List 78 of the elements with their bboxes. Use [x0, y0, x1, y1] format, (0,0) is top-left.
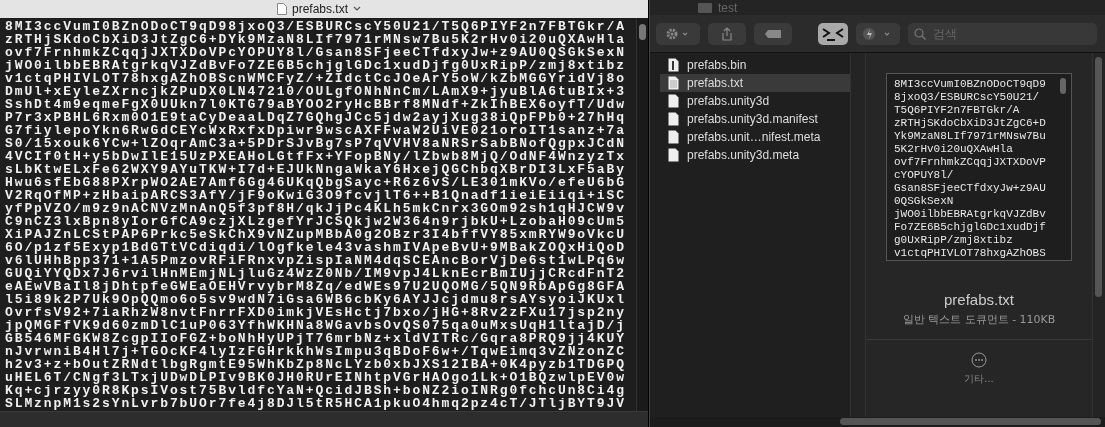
file-name: prefabs.txt [943, 291, 1014, 308]
document-icon [277, 3, 287, 15]
file-icon [668, 94, 679, 108]
terminal-button[interactable] [818, 22, 848, 45]
text-line: Gsan8SFjeeCTfdxyJw+z9AU [894, 182, 1046, 195]
file-item[interactable]: prefabs.unity3d [660, 92, 850, 110]
file-icon [668, 148, 679, 162]
scroll-bar[interactable] [1060, 78, 1066, 94]
text-line: v6lUHhBpp371+1A5PmzovRFiFRnxvpZispIaNM4dqSCEAncBorVjDe6st1wLPq6w [5, 254, 626, 267]
file-item[interactable]: prefabs.txt [660, 74, 850, 92]
text-line: yfPpVZO/m9z9nACNVzMnAnQ5f3pf8H/qkJjPc4KLh5mkCnrx3GOm92sh1qHJCW9v [5, 202, 626, 215]
more-button[interactable]: 기타... [964, 352, 994, 386]
text-line: Yk9MzaN8LIf7971rMNsw7Bu [894, 130, 1046, 143]
text-line: l5i89k2P7Uk9OpQQmo6o5sv9wdN7iGsa6WB6cbKy6AYJJcjdmu8rsAYsyoiJKUxl [5, 293, 626, 306]
search-icon [914, 27, 926, 40]
text-line: zRTHjSKdoCbXiD3JtZgC6+DYk9MzaN8LIf7971rMNsw7Bu5K2rHv0i20uQXAwHla [5, 33, 626, 46]
gear-icon [666, 27, 690, 40]
text-line: h2v3+z+bOutZRNdtlbgRgmtE95WhKbZp8NcLYzb0xbJXS12IBA+0K4pyzb1TDGPQ [5, 358, 626, 371]
text-line: 4VCIf0tH+y5bDwIlE15UzPXEAHoLGtfFx+YFopBNy/lZbwb8MjQ/OdNF4WnzyzTx [5, 150, 626, 163]
tag-icon [764, 28, 782, 39]
text-line: 8MI3ccVumI0BZnODoCT9qD98jxoQ3/ESBURCscY50U21/T5Q6PIYF2n7FBTGkr/A [5, 20, 626, 33]
text-line: C9nCZ3lxBpn8yIorGfCA9czjXLzgefYrJCSQkjw2W364n9rjbkU+LzobaH09cUm5 [5, 215, 626, 228]
text-line: GB546MFGKW8ZcgpIIoFGZ+boNhHyUPjT76mrbNz+xldVITRc/Gqra8PRQ9jj4KUY [5, 332, 626, 345]
text-line: v1ctqPHIVLOT78hxgAZhOBS [894, 247, 1046, 260]
dropdown-button[interactable] [856, 22, 900, 45]
folder-icon [698, 2, 712, 13]
share-icon [721, 26, 733, 41]
text-line: OvrfsV92+7iaRhzW8nvtFnrrFXD0imkjVEsHctj7bxo/jHG+8Rv2zFXu17jsp2ny [5, 306, 626, 319]
text-line: nJvrwniB4Hl7j+TGOcKF4lyIzFGHrkkhWsImpu3qBDoF6w+/TqwEimq3vZNzonZC [5, 345, 626, 358]
text-line: XiPAJZnLCStPAP6Prkc5eSkChX9vNZupMBbA0g2OBzr3I4bffVY85xmRYW9oVkcU [5, 228, 626, 241]
text-line: sLbKtwELxFe62WXY9AYuTKW+I7d+EJUkNngaWkaY6HxejQGChbqXBrDI3LxF5aBy [5, 163, 626, 176]
text-line: g0UxRipP/zmj8xtibz [894, 234, 1013, 247]
text-line: ovf7FrnhmkZCqqjJXTXDoVPcYOPUY8l/Gsan8SFjeeCTfdxyJw+z9AU0QSGkSexN [5, 46, 626, 59]
text-line: jWO0ilbbEBRAtgrkqVJZdBvFo7ZE6B5chjglGDc1xudDjfg0UxRipP/zmj8xtibz [5, 59, 626, 72]
action-button[interactable] [656, 22, 700, 45]
text-line: 0QSGkSexN [894, 195, 954, 208]
text-line: 8MI3ccVumI0BZnODoCT9qD9 [894, 78, 1046, 91]
ellipsis-icon [971, 352, 987, 368]
text-line: 8jxoQ3/ESBURCscY50U21/ [894, 91, 1040, 104]
window-title: test [718, 0, 738, 15]
text-line: cYOPUY8l/ [894, 169, 954, 182]
text-line: DmUl+xEyleZXrncjkZPuDX0LN47210/OULgfONhNnCm/LAmX9+jyuBlA6tuBIx+3 [5, 85, 626, 98]
text-line: zRTHjSKdoCbXiD3JtZgC6+D [894, 117, 1046, 130]
terminal-icon [821, 26, 845, 41]
text-line: V2RqOfMP+zHbaipARCS3AfY/jF9oKwiG3O9fcvjlT6++B1Qnadf1ieiEiiqi+iSC [5, 189, 626, 202]
scroll-bar[interactable] [636, 18, 648, 411]
text-line: Hwu6sfEbG88PXrpWO2AE7Amf6Gg46UKqQbgSayc+R6z6vS/LE301mKVo/efeU6bG [5, 176, 626, 189]
file-item[interactable]: prefabs.bin [660, 56, 850, 74]
window-title[interactable]: prefabs.txt [292, 2, 348, 16]
file-item[interactable]: prefabs.unity3d.manifest [660, 110, 850, 128]
text-line: GUQiYYQDx7J6rvilHnMEmjNLjluGz4WzZ0Nb/IM9vpJ4LknEcrBmIUjjCRcdFnT2 [5, 267, 626, 280]
text-line: T5Q6PIYF2n7FBTGkr/A [894, 104, 1020, 117]
text-line: uHEL6T/CNgf3LTxjUDwDLPIv9BK0JH0RUrEINhtpVGrHAOgo1Lk+O1BQzwlpEV0w [5, 371, 626, 384]
text-line: jpQMGFfVK9d60zmDlC1uP063YfhWKHNa8WGavbsOvQS075qa0uMxsUqH1ltajD/j [5, 319, 626, 332]
binary-file-icon [668, 58, 679, 72]
scroll-bar[interactable] [650, 417, 1105, 427]
text-line: v1ctqPHIVLOT78hxgAZhOBScnWMCFyZ/+ZIdctCcJOeArY5oW/kZbMGGYridVj8o [5, 72, 626, 85]
text-line: Fo7ZE6B5chjglGDc1xudDjf [894, 221, 1046, 234]
text-line: P7r3xPBHL6Rxm0O1E9taCyDeaaLDqZ7GQhgJCc5jdw2ayjXug38iQpFPb0+27hHq [5, 111, 626, 124]
text-line: jWO0ilbbEBRAtgrkqVJZdBv [894, 208, 1046, 221]
file-icon [668, 130, 679, 144]
text-line: eAEwVBaIl8jDhtpfeGWEaOEHVrvybrM8Zq/edWEs97U2UQOMG/5QN9RbApGg8GFA [5, 280, 626, 293]
text-line: S0/15xouk6YCw+lZOqrAmC3a+5PDrSJvBg7sP7qVVHV8aNRSrSabBNofQgpxJCdN [5, 137, 626, 150]
file-icon [668, 112, 679, 126]
text-line: SLMznpM1s2sYnLvrb7bUOr7fe4j8DJl5tR5HCA1pkuO4hmq2pz4cT/JTljBYT9JV [5, 397, 626, 410]
text-line: G7fiylepoYkn6RwGdCEYcWxRxfxDpiwr9wscAXFFwaW2UiVE021oroIT1sanz+7a [5, 124, 626, 137]
text-line: 6O/p1zf5Exyp1BdGTtVCdiqdi/lOgfkele43vashmIVApeBvU+9MBakZOQxHiQoD [5, 241, 626, 254]
text-file-icon [668, 76, 679, 90]
file-info: 일반 텍스트 도큐먼트 - 110KB [902, 312, 1056, 327]
text-line: Kq+cjrzyy0R8KpsIVost75BvldfcYaN+QcidJBSh+boNZ2ioINRg0fchcUn8Ci4g [5, 384, 626, 397]
share-button[interactable] [708, 22, 746, 45]
file-item[interactable]: prefabs.unity3d.meta [660, 146, 850, 164]
text-line: SshDt4m9eqmeFgX0UUkn7l0KTG79aBYOO2ryHcBBrf8MNdf+ZkIhBEX6oyfT/Udw [5, 98, 626, 111]
text-line: ovf7FrnhmkZCqqjJXTXDoVP [894, 156, 1046, 169]
chevron-icon[interactable] [353, 6, 361, 12]
text-line: 5K2rHv0i20uQXAwHla [894, 143, 1013, 156]
file-item[interactable]: prefabs.unit…nifest.meta [660, 128, 850, 146]
tag-button[interactable] [754, 22, 792, 45]
